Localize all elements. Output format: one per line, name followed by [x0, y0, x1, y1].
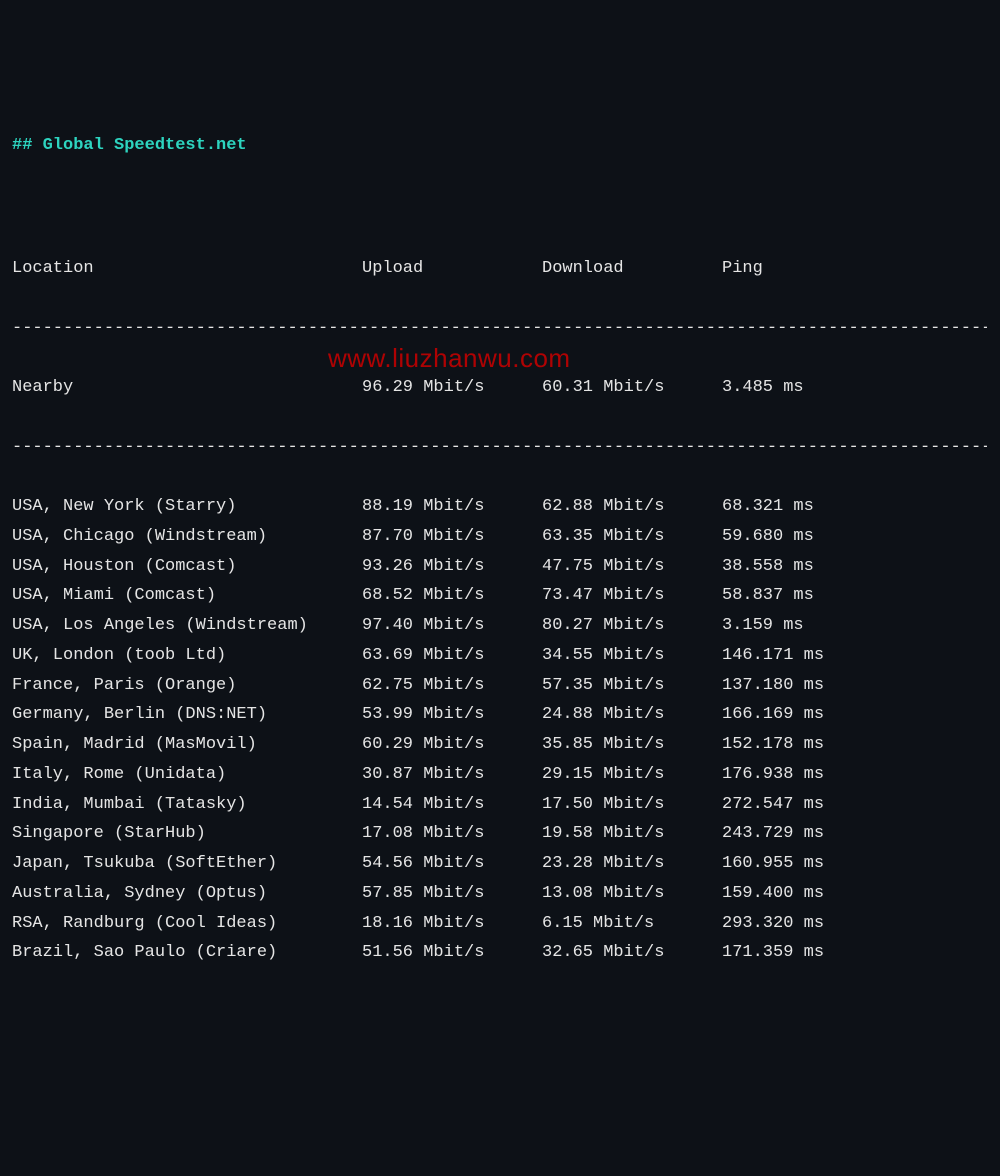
cell-ping: 152.178 ms: [722, 730, 902, 760]
table-row: USA, Los Angeles (Windstream)97.40 Mbit/…: [12, 611, 988, 641]
table-row: Australia, Sydney (Optus)57.85 Mbit/s13.…: [12, 879, 988, 909]
cell-ping: 243.729 ms: [722, 819, 902, 849]
cell-download: 19.58 Mbit/s: [542, 819, 722, 849]
cell-location: India, Mumbai (Tatasky): [12, 790, 362, 820]
cell-download: 63.35 Mbit/s: [542, 522, 722, 552]
cell-download: 32.65 Mbit/s: [542, 938, 722, 968]
cell-upload: 88.19 Mbit/s: [362, 492, 542, 522]
cell-location: Spain, Madrid (MasMovil): [12, 730, 362, 760]
header-location: Location: [12, 254, 362, 284]
cell-ping: 293.320 ms: [722, 909, 902, 939]
table-row: Brazil, Sao Paulo (Criare)51.56 Mbit/s32…: [12, 938, 988, 968]
table-row: Spain, Madrid (MasMovil)60.29 Mbit/s35.8…: [12, 730, 988, 760]
table-row: USA, Miami (Comcast)68.52 Mbit/s73.47 Mb…: [12, 581, 988, 611]
nearby-location: Nearby: [12, 373, 362, 403]
cell-ping: 160.955 ms: [722, 849, 902, 879]
cell-ping: 176.938 ms: [722, 760, 902, 790]
table-row: Germany, Berlin (DNS:NET)53.99 Mbit/s24.…: [12, 700, 988, 730]
cell-upload: 68.52 Mbit/s: [362, 581, 542, 611]
separator-line: ----------------------------------------…: [12, 314, 987, 344]
cell-location: USA, Los Angeles (Windstream): [12, 611, 362, 641]
cell-ping: 146.171 ms: [722, 641, 902, 671]
cell-upload: 18.16 Mbit/s: [362, 909, 542, 939]
header-download: Download: [542, 254, 722, 284]
separator-line: ----------------------------------------…: [12, 433, 987, 463]
cell-upload: 17.08 Mbit/s: [362, 819, 542, 849]
cell-upload: 62.75 Mbit/s: [362, 671, 542, 701]
cell-ping: 58.837 ms: [722, 581, 902, 611]
cell-ping: 3.159 ms: [722, 611, 902, 641]
cell-location: Australia, Sydney (Optus): [12, 879, 362, 909]
cell-download: 34.55 Mbit/s: [542, 641, 722, 671]
cell-upload: 60.29 Mbit/s: [362, 730, 542, 760]
nearby-upload: 96.29 Mbit/s: [362, 373, 542, 403]
cell-download: 35.85 Mbit/s: [542, 730, 722, 760]
cell-location: USA, Houston (Comcast): [12, 552, 362, 582]
cell-ping: 272.547 ms: [722, 790, 902, 820]
cell-download: 80.27 Mbit/s: [542, 611, 722, 641]
cell-download: 13.08 Mbit/s: [542, 879, 722, 909]
cell-upload: 30.87 Mbit/s: [362, 760, 542, 790]
cell-download: 57.35 Mbit/s: [542, 671, 722, 701]
header-upload: Upload: [362, 254, 542, 284]
cell-upload: 14.54 Mbit/s: [362, 790, 542, 820]
cell-location: UK, London (toob Ltd): [12, 641, 362, 671]
cell-upload: 57.85 Mbit/s: [362, 879, 542, 909]
cell-upload: 54.56 Mbit/s: [362, 849, 542, 879]
cell-location: Brazil, Sao Paulo (Criare): [12, 938, 362, 968]
cell-ping: 38.558 ms: [722, 552, 902, 582]
header-ping: Ping: [722, 254, 902, 284]
cell-download: 6.15 Mbit/s: [542, 909, 722, 939]
cell-upload: 93.26 Mbit/s: [362, 552, 542, 582]
nearby-download: 60.31 Mbit/s: [542, 373, 722, 403]
cell-ping: 166.169 ms: [722, 700, 902, 730]
header-row: Location Upload Download Ping: [12, 254, 988, 284]
cell-upload: 87.70 Mbit/s: [362, 522, 542, 552]
cell-ping: 137.180 ms: [722, 671, 902, 701]
cell-download: 23.28 Mbit/s: [542, 849, 722, 879]
table-row: France, Paris (Orange)62.75 Mbit/s57.35 …: [12, 671, 988, 701]
cell-ping: 59.680 ms: [722, 522, 902, 552]
cell-location: Italy, Rome (Unidata): [12, 760, 362, 790]
cell-ping: 159.400 ms: [722, 879, 902, 909]
nearby-ping: 3.485 ms: [722, 373, 902, 403]
cell-download: 47.75 Mbit/s: [542, 552, 722, 582]
cell-location: USA, New York (Starry): [12, 492, 362, 522]
cell-download: 62.88 Mbit/s: [542, 492, 722, 522]
table-row: USA, New York (Starry)88.19 Mbit/s62.88 …: [12, 492, 988, 522]
cell-ping: 171.359 ms: [722, 938, 902, 968]
nearby-row: Nearby 96.29 Mbit/s 60.31 Mbit/s 3.485 m…: [12, 373, 988, 403]
cell-download: 73.47 Mbit/s: [542, 581, 722, 611]
cell-location: France, Paris (Orange): [12, 671, 362, 701]
cell-location: RSA, Randburg (Cool Ideas): [12, 909, 362, 939]
table-row: India, Mumbai (Tatasky)14.54 Mbit/s17.50…: [12, 790, 988, 820]
table-row: Italy, Rome (Unidata)30.87 Mbit/s29.15 M…: [12, 760, 988, 790]
cell-download: 17.50 Mbit/s: [542, 790, 722, 820]
table-row: USA, Chicago (Windstream)87.70 Mbit/s63.…: [12, 522, 988, 552]
cell-ping: 68.321 ms: [722, 492, 902, 522]
cell-location: Japan, Tsukuba (SoftEther): [12, 849, 362, 879]
cell-download: 29.15 Mbit/s: [542, 760, 722, 790]
cell-upload: 63.69 Mbit/s: [362, 641, 542, 671]
cell-upload: 51.56 Mbit/s: [362, 938, 542, 968]
cell-upload: 53.99 Mbit/s: [362, 700, 542, 730]
cell-location: USA, Miami (Comcast): [12, 581, 362, 611]
section-title: ## Global Speedtest.net: [12, 131, 988, 161]
cell-download: 24.88 Mbit/s: [542, 700, 722, 730]
cell-location: Singapore (StarHub): [12, 819, 362, 849]
results-container: USA, New York (Starry)88.19 Mbit/s62.88 …: [12, 492, 988, 968]
blank-line: [12, 195, 988, 225]
cell-location: Germany, Berlin (DNS:NET): [12, 700, 362, 730]
table-row: Japan, Tsukuba (SoftEther)54.56 Mbit/s23…: [12, 849, 988, 879]
table-row: USA, Houston (Comcast)93.26 Mbit/s47.75 …: [12, 552, 988, 582]
cell-upload: 97.40 Mbit/s: [362, 611, 542, 641]
table-row: Singapore (StarHub)17.08 Mbit/s19.58 Mbi…: [12, 819, 988, 849]
cell-location: USA, Chicago (Windstream): [12, 522, 362, 552]
table-row: UK, London (toob Ltd)63.69 Mbit/s34.55 M…: [12, 641, 988, 671]
table-row: RSA, Randburg (Cool Ideas)18.16 Mbit/s6.…: [12, 909, 988, 939]
